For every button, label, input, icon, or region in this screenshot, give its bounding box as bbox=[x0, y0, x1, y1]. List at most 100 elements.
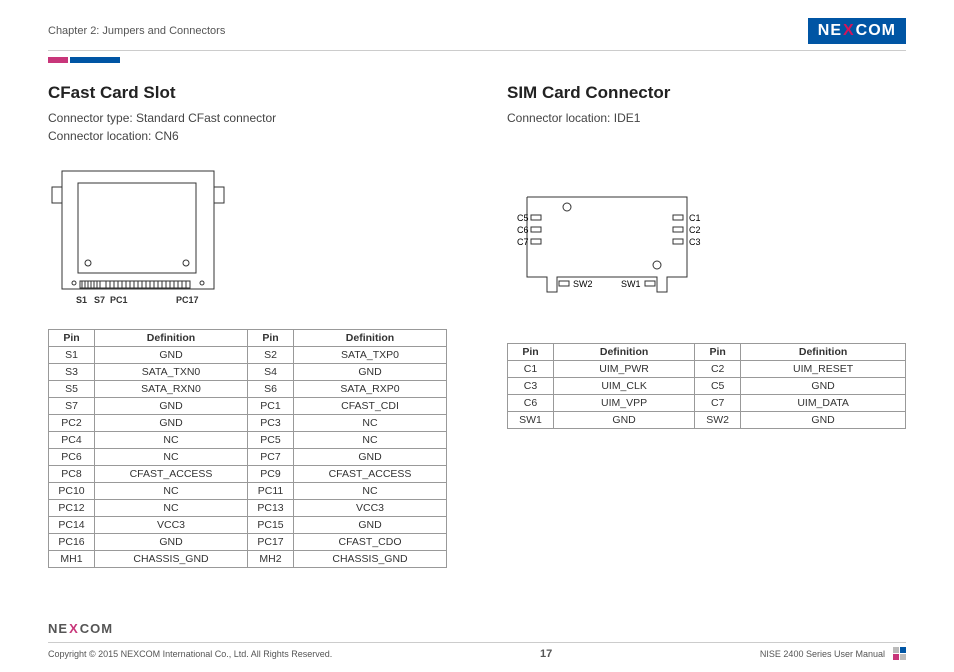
table-row: PC14VCC3PC15GND bbox=[49, 517, 447, 534]
table-cell: NC bbox=[95, 449, 248, 466]
diagram-label: PC17 bbox=[176, 295, 199, 305]
table-cell: S5 bbox=[49, 381, 95, 398]
table-cell: SATA_RXN0 bbox=[95, 381, 248, 398]
table-cell: VCC3 bbox=[294, 500, 447, 517]
table-cell: UIM_CLK bbox=[554, 378, 695, 395]
nexcom-logo: NEXCOM bbox=[808, 18, 906, 44]
logo-part: COM bbox=[80, 621, 113, 636]
table-cell: C3 bbox=[508, 378, 554, 395]
table-cell: NC bbox=[95, 500, 248, 517]
diagram-label: S1 bbox=[76, 295, 87, 305]
table-row: PC16GNDPC17CFAST_CDO bbox=[49, 534, 447, 551]
section-title-cfast: CFast Card Slot bbox=[48, 83, 447, 103]
table-header: Definition bbox=[95, 330, 248, 347]
section-title-sim: SIM Card Connector bbox=[507, 83, 906, 103]
svg-text:SW2: SW2 bbox=[573, 279, 593, 289]
svg-text:SW1: SW1 bbox=[621, 279, 641, 289]
table-row: S3SATA_TXN0S4GND bbox=[49, 364, 447, 381]
table-row: C6UIM_VPPC7UIM_DATA bbox=[508, 395, 906, 412]
table-cell: C6 bbox=[508, 395, 554, 412]
table-header: Definition bbox=[554, 344, 695, 361]
table-header: Pin bbox=[248, 330, 294, 347]
table-cell: SATA_TXN0 bbox=[95, 364, 248, 381]
table-row: PC4NCPC5NC bbox=[49, 432, 447, 449]
svg-text:C2: C2 bbox=[689, 225, 701, 235]
manual-name: NISE 2400 Series User Manual bbox=[760, 649, 885, 659]
connector-type: Connector type: Standard CFast connector bbox=[48, 109, 447, 127]
logo-part-x: X bbox=[69, 621, 79, 636]
table-cell: UIM_DATA bbox=[741, 395, 906, 412]
table-row: C1UIM_PWRC2UIM_RESET bbox=[508, 361, 906, 378]
footer-decor bbox=[893, 647, 906, 660]
table-row: PC2GNDPC3NC bbox=[49, 415, 447, 432]
divider bbox=[48, 642, 906, 643]
table-cell: PC17 bbox=[248, 534, 294, 551]
copyright: Copyright © 2015 NEXCOM International Co… bbox=[48, 649, 332, 659]
table-cell: PC14 bbox=[49, 517, 95, 534]
table-cell: NC bbox=[294, 432, 447, 449]
table-cell: GND bbox=[294, 364, 447, 381]
table-cell: S1 bbox=[49, 347, 95, 364]
table-row: S7GNDPC1CFAST_CDI bbox=[49, 398, 447, 415]
footer-logo: NEXCOM bbox=[48, 621, 906, 636]
table-cell: GND bbox=[95, 534, 248, 551]
table-cell: CFAST_CDO bbox=[294, 534, 447, 551]
sim-pin-table: Pin Definition Pin Definition C1UIM_PWRC… bbox=[507, 343, 906, 429]
table-cell: PC7 bbox=[248, 449, 294, 466]
logo-part-x: X bbox=[843, 22, 855, 40]
table-cell: S6 bbox=[248, 381, 294, 398]
sim-diagram: C5 C6 C7 C1 C2 C3 SW2 SW1 bbox=[507, 177, 906, 307]
logo-part: NE bbox=[818, 22, 842, 40]
table-header: Definition bbox=[741, 344, 906, 361]
table-cell: PC9 bbox=[248, 466, 294, 483]
table-row: MH1CHASSIS_GNDMH2CHASSIS_GND bbox=[49, 551, 447, 568]
table-cell: PC1 bbox=[248, 398, 294, 415]
table-cell: CFAST_CDI bbox=[294, 398, 447, 415]
table-row: PC12NCPC13VCC3 bbox=[49, 500, 447, 517]
table-cell: S7 bbox=[49, 398, 95, 415]
svg-text:C3: C3 bbox=[689, 237, 701, 247]
svg-text:C1: C1 bbox=[689, 213, 701, 223]
divider bbox=[48, 50, 906, 51]
table-cell: PC13 bbox=[248, 500, 294, 517]
table-cell: PC11 bbox=[248, 483, 294, 500]
logo-part: COM bbox=[856, 22, 896, 40]
table-cell: SATA_RXP0 bbox=[294, 381, 447, 398]
table-cell: C5 bbox=[695, 378, 741, 395]
table-row: C3UIM_CLKC5GND bbox=[508, 378, 906, 395]
table-header: Pin bbox=[508, 344, 554, 361]
table-cell: PC5 bbox=[248, 432, 294, 449]
table-cell: CFAST_ACCESS bbox=[95, 466, 248, 483]
table-row: SW1GNDSW2GND bbox=[508, 412, 906, 429]
table-cell: UIM_RESET bbox=[741, 361, 906, 378]
table-cell: NC bbox=[95, 483, 248, 500]
connector-location: Connector location: CN6 bbox=[48, 127, 447, 145]
table-cell: S3 bbox=[49, 364, 95, 381]
table-row: PC10NCPC11NC bbox=[49, 483, 447, 500]
cfast-section: CFast Card Slot Connector type: Standard… bbox=[48, 83, 447, 568]
sim-section: SIM Card Connector Connector location: I… bbox=[507, 83, 906, 568]
table-row: PC6NCPC7GND bbox=[49, 449, 447, 466]
table-cell: PC4 bbox=[49, 432, 95, 449]
table-cell: SATA_TXP0 bbox=[294, 347, 447, 364]
table-cell: PC16 bbox=[49, 534, 95, 551]
table-cell: NC bbox=[95, 432, 248, 449]
table-cell: NC bbox=[294, 483, 447, 500]
table-cell: C1 bbox=[508, 361, 554, 378]
logo-part: NE bbox=[48, 621, 68, 636]
table-cell: S4 bbox=[248, 364, 294, 381]
table-cell: PC6 bbox=[49, 449, 95, 466]
table-cell: GND bbox=[554, 412, 695, 429]
table-cell: GND bbox=[95, 398, 248, 415]
table-row: S5SATA_RXN0S6SATA_RXP0 bbox=[49, 381, 447, 398]
table-cell: PC3 bbox=[248, 415, 294, 432]
table-cell: GND bbox=[294, 517, 447, 534]
table-cell: MH1 bbox=[49, 551, 95, 568]
table-header: Pin bbox=[49, 330, 95, 347]
table-cell: SW2 bbox=[695, 412, 741, 429]
diagram-label: S7 bbox=[94, 295, 105, 305]
table-cell: MH2 bbox=[248, 551, 294, 568]
table-cell: GND bbox=[95, 347, 248, 364]
table-cell: UIM_PWR bbox=[554, 361, 695, 378]
table-cell: PC10 bbox=[49, 483, 95, 500]
